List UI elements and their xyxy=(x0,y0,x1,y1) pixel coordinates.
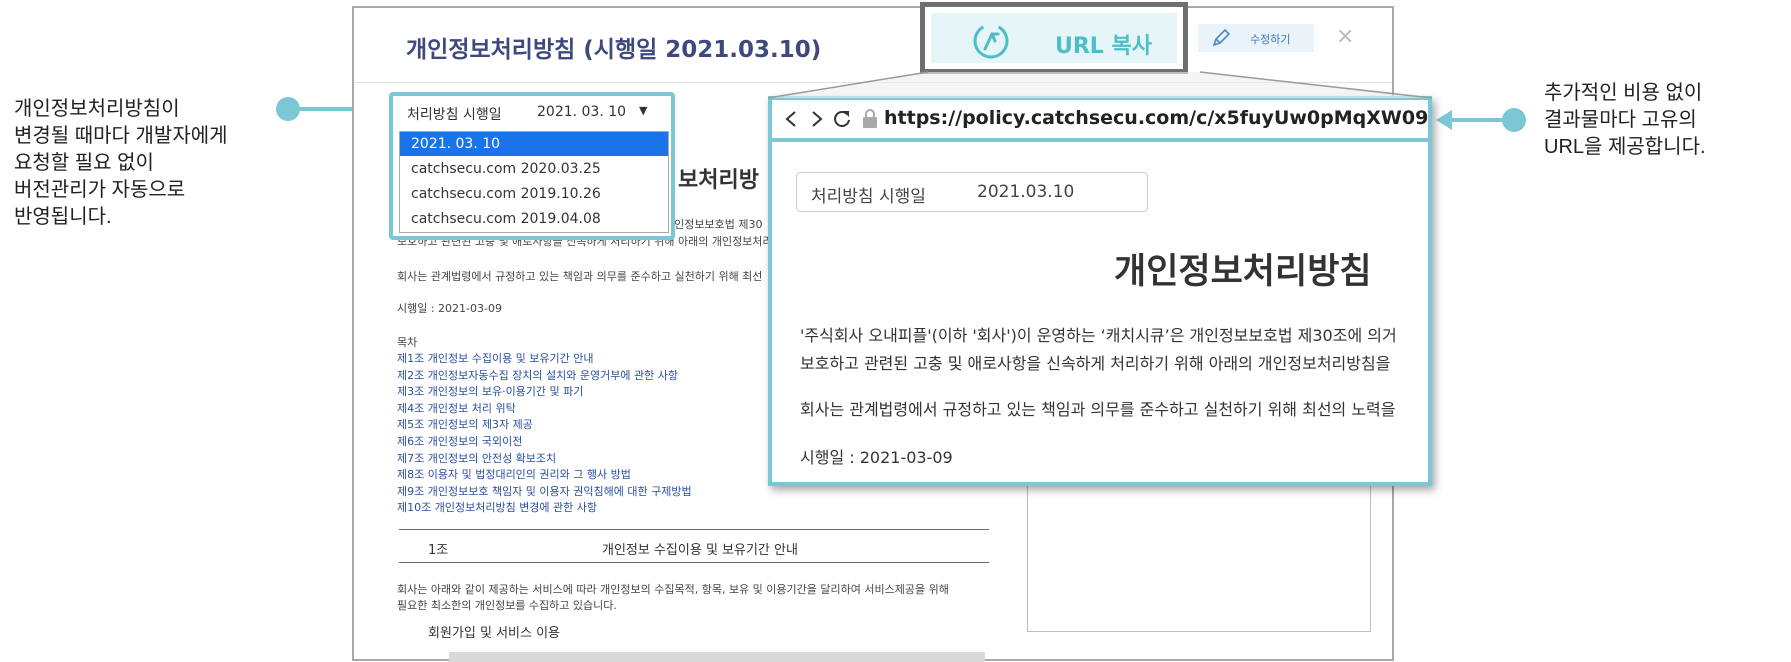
annotation-left: 개인정보처리방침이 변경될 때마다 개발자에게 요청할 필요 없이 버전관리가 … xyxy=(14,96,228,231)
preview-text: 회사는 관계법령에서 규정하고 있는 책임과 의무를 준수하고 실천하기 위해 … xyxy=(800,400,1396,419)
url-copy-label: URL 복사 xyxy=(1055,34,1152,59)
forward-icon[interactable] xyxy=(810,110,824,128)
section-title: 개인정보 수집이용 및 보유기간 안내 xyxy=(602,543,798,558)
toc-item[interactable]: 제3조 개인정보의 보유·이용기간 및 파기 xyxy=(397,383,692,400)
toc-item[interactable]: 제10조 개인정보처리방침 변경에 관한 사항 xyxy=(397,499,692,516)
annotation-line: 요청할 필요 없이 xyxy=(14,152,154,174)
arrow-left-icon xyxy=(1436,110,1452,130)
preview-text: 보호하고 관련된 고충 및 애로사항을 신속하게 처리하기 위해 아래의 개인정… xyxy=(800,354,1391,373)
lock-icon xyxy=(863,109,877,128)
doc-intro-right: 개인정보보호법 제30 xyxy=(664,218,763,231)
side-panel xyxy=(1027,470,1371,632)
url-preview-popup: https://policy.catchsecu.com/c/x5fuyUw0p… xyxy=(768,96,1432,486)
select-option[interactable]: catchsecu.com 2019.10.26 xyxy=(400,182,668,206)
subsection-title: 회원가입 및 서비스 이용 xyxy=(428,626,560,641)
annotation-line: 개인정보처리방침이 xyxy=(14,98,180,120)
preview-date-label: 처리방침 시행일 xyxy=(811,187,926,207)
edit-button[interactable]: 수정하기 xyxy=(1198,24,1314,52)
doc-heading: 보처리방 xyxy=(678,168,759,193)
annotation-line: 변경될 때마다 개발자에게 xyxy=(14,125,228,147)
table-rule xyxy=(399,562,989,563)
preview-text: 시행일 : 2021-03-09 xyxy=(800,448,953,467)
select-option[interactable]: 2021. 03. 10 xyxy=(400,132,668,156)
caret-down-icon: ▼ xyxy=(639,104,648,117)
toc-list: 제1조 개인정보 수집이용 및 보유기간 안내 제2조 개인정보자동수집 장치의… xyxy=(397,350,692,516)
select-value: 2021. 03. 10 xyxy=(537,104,627,120)
section-text: 필요한 최소한의 개인정보를 수집하고 있습니다. xyxy=(397,599,617,612)
page-title: 개인정보처리방침 (시행일 2021.03.10) xyxy=(406,37,822,63)
close-icon[interactable]: × xyxy=(1336,24,1354,49)
connector-shape xyxy=(767,71,1433,99)
toc-item[interactable]: 제7조 개인정보의 안전성 확보조치 xyxy=(397,450,692,467)
annotation-line: URL을 제공합니다. xyxy=(1544,136,1706,158)
select-label: 처리방침 시행일 xyxy=(407,107,502,123)
annotation-line: 결과물마다 고유의 xyxy=(1544,109,1697,131)
annotation-line: 반영됩니다. xyxy=(14,206,112,228)
select-option[interactable]: catchsecu.com 2020.03.25 xyxy=(400,157,668,181)
url-text[interactable]: https://policy.catchsecu.com/c/x5fuyUw0p… xyxy=(884,107,1428,129)
edit-label: 수정하기 xyxy=(1250,33,1291,46)
version-select[interactable]: 처리방침 시행일 2021. 03. 10 ▼ 2021. 03. 10 cat… xyxy=(389,92,675,240)
select-options: 2021. 03. 10 catchsecu.com 2020.03.25 ca… xyxy=(399,131,669,233)
section-text: 회사는 아래와 같이 제공하는 서비스에 따라 개인정보의 수집목적, 항목, … xyxy=(397,583,949,596)
back-icon[interactable] xyxy=(784,110,798,128)
table-rule xyxy=(399,529,989,530)
address-bar: https://policy.catchsecu.com/c/x5fuyUw0p… xyxy=(772,100,1428,142)
section-number: 1조 xyxy=(428,543,449,558)
annotation-line: 버전관리가 자동으로 xyxy=(14,179,186,201)
doc-duty-line: 회사는 관계법령에서 규정하고 있는 책임과 의무를 준수하고 실천하기 위해 … xyxy=(397,270,763,283)
annotation-right: 추가적인 비용 없이 결과물마다 고유의 URL을 제공합니다. xyxy=(1544,80,1706,161)
toc-item[interactable]: 제5조 개인정보의 제3자 제공 xyxy=(397,416,692,433)
connector-line xyxy=(1450,118,1506,122)
preview-text: '주식회사 오내피플'(이하 '회사')이 운영하는 ‘캐치시큐’은 개인정보보… xyxy=(800,326,1397,345)
preview-date-box: 처리방침 시행일 2021.03.10 xyxy=(796,172,1148,212)
select-option[interactable]: catchsecu.com 2019.04.08 xyxy=(400,207,668,231)
annotation-line: 추가적인 비용 없이 xyxy=(1544,82,1703,104)
reload-icon[interactable] xyxy=(832,109,852,129)
toc-item[interactable]: 제4조 개인정보 처리 위탁 xyxy=(397,400,692,417)
url-copy-button[interactable]: URL 복사 xyxy=(920,2,1188,74)
toc-item[interactable]: 제8조 이용자 및 법정대리인의 권리와 그 행사 방법 xyxy=(397,466,692,483)
table-header xyxy=(449,652,985,662)
toc-item[interactable]: 제1조 개인정보 수집이용 및 보유기간 안내 xyxy=(397,350,692,367)
toc-item[interactable]: 제6조 개인정보의 국외이전 xyxy=(397,433,692,450)
doc-effective-date: 시행일 : 2021-03-09 xyxy=(397,302,502,315)
toc-item[interactable]: 제9조 개인정보보호 책임자 및 이용자 권익침해에 대한 구제방법 xyxy=(397,483,692,500)
preview-date-value: 2021.03.10 xyxy=(977,182,1075,202)
link-icon xyxy=(973,23,1009,59)
pencil-icon xyxy=(1212,28,1231,47)
preview-title: 개인정보처리방침 xyxy=(1114,252,1372,292)
toc-title: 목차 xyxy=(397,336,418,349)
toc-item[interactable]: 제2조 개인정보자동수집 장치의 설치와 운영거부에 관한 사항 xyxy=(397,367,692,384)
